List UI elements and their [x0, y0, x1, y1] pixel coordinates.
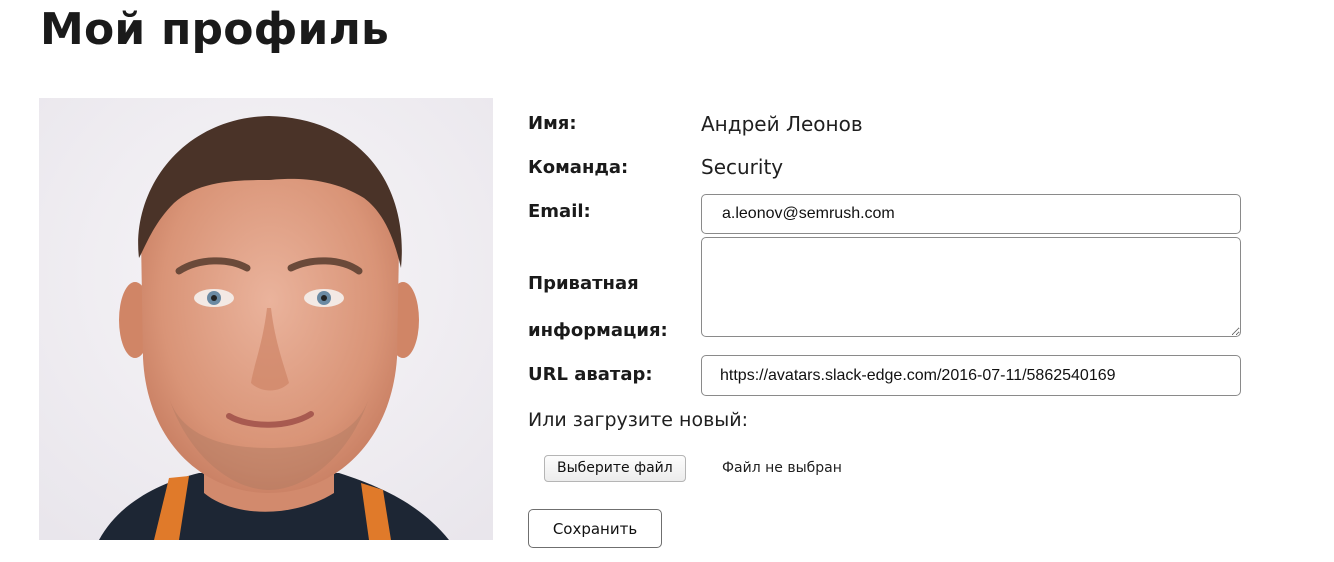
name-value: Андрей Леонов	[701, 112, 863, 136]
email-label: Email:	[528, 201, 591, 222]
page-title: Мой профиль	[40, 4, 390, 55]
avatar-photo	[39, 98, 493, 540]
avatar	[39, 98, 493, 540]
avatar-url-label: URL аватар:	[528, 364, 653, 385]
file-status: Файл не выбран	[722, 460, 842, 476]
save-button[interactable]: Сохранить	[528, 509, 662, 548]
private-info-label-line1: Приватная	[528, 273, 639, 294]
upload-prompt: Или загрузите новый:	[528, 409, 749, 431]
team-label: Команда:	[528, 157, 629, 178]
private-info-field[interactable]	[701, 237, 1241, 337]
private-info-label-line2: информация:	[528, 320, 668, 341]
email-field[interactable]	[701, 194, 1241, 234]
name-label: Имя:	[528, 113, 577, 134]
avatar-url-field[interactable]	[701, 355, 1241, 396]
team-value: Security	[701, 155, 784, 179]
choose-file-button[interactable]: Выберите файл	[544, 455, 686, 482]
